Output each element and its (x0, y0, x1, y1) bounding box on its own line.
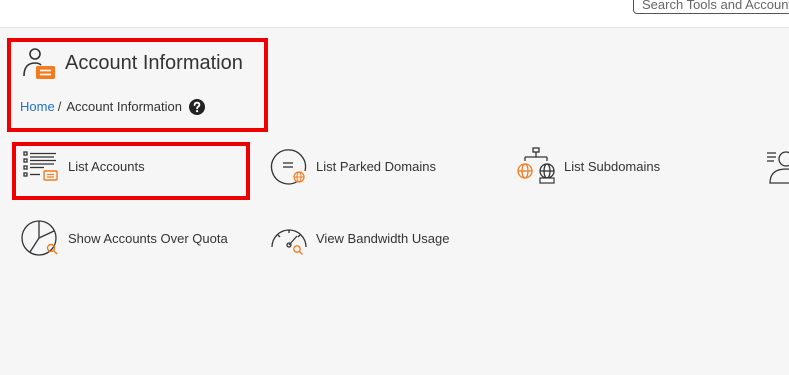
tool-label: List Subdomains (564, 158, 661, 174)
highlight-box-list-accounts (12, 142, 250, 200)
search-box[interactable] (633, 0, 789, 14)
quota-pie-icon (21, 220, 58, 256)
parked-domains-icon (270, 149, 307, 185)
search-input[interactable] (634, 0, 789, 13)
user-list-icon (767, 151, 789, 184)
tool-label: List Parked Domains (316, 158, 436, 174)
tool-show-accounts-over-quota[interactable]: Show Accounts Over Quota (20, 217, 228, 259)
tool-list-subdomains[interactable]: List Subdomains (516, 145, 660, 187)
tool-label: Show Accounts Over Quota (68, 230, 228, 246)
top-bar (0, 0, 789, 28)
tool-label: View Bandwidth Usage (316, 230, 450, 246)
highlight-box-header (7, 38, 268, 132)
subdomains-icon (517, 147, 555, 184)
speedometer-icon (271, 229, 307, 255)
tool-list-parked-domains[interactable]: List Parked Domains (268, 145, 436, 187)
tool-view-bandwidth-usage[interactable]: View Bandwidth Usage (268, 217, 449, 259)
tool-user-list[interactable] (764, 145, 789, 187)
